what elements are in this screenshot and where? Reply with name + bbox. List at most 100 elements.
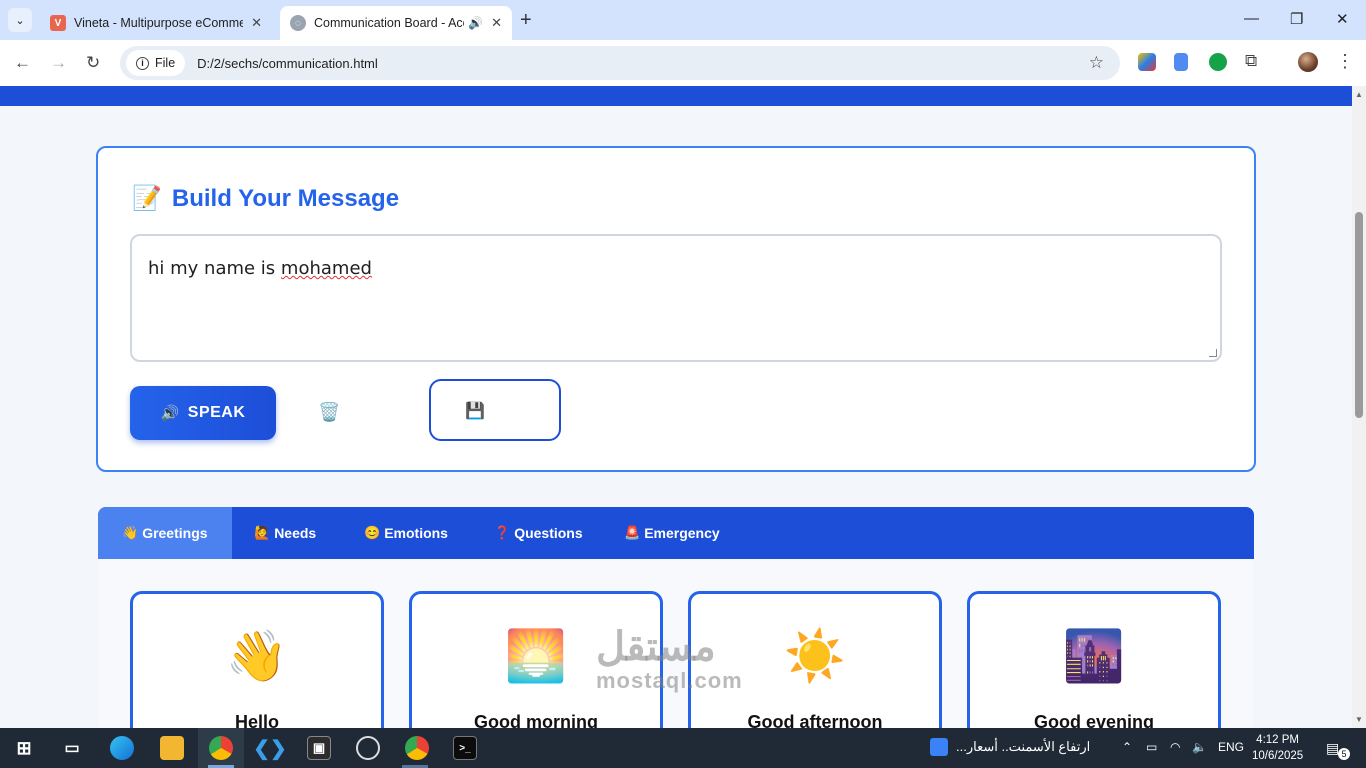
wifi-icon[interactable]: ◠	[1170, 740, 1180, 754]
obs-icon[interactable]	[356, 736, 380, 760]
builder-title: 📝 Build Your Message	[132, 184, 399, 213]
tray-overflow-icon[interactable]: ⌃	[1122, 740, 1132, 754]
speaker-icon[interactable]: 🔊	[468, 16, 483, 30]
scroll-up-icon[interactable]: ▲	[1355, 90, 1363, 99]
phrase-card-good-evening[interactable]: 🌆 Good evening	[967, 591, 1221, 728]
tab-label: Emotions	[384, 525, 448, 541]
reload-icon[interactable]: ↻	[86, 53, 100, 73]
app-box-icon[interactable]: ▣	[307, 736, 331, 760]
raising-hand-icon: 🙋	[254, 525, 271, 540]
task-view-icon[interactable]: ▭	[60, 736, 84, 760]
extensions-puzzle-icon[interactable]: ⧉	[1245, 51, 1257, 71]
menu-kebab-icon[interactable]: ⋮	[1336, 51, 1354, 72]
phrase-card-good-afternoon[interactable]: ☀️ Good afternoon	[688, 591, 942, 728]
address-bar: ← → ↻ i File D:/2/sechs/communication.ht…	[0, 40, 1366, 86]
info-icon: i	[136, 56, 149, 70]
message-text-misspelled: mohamed	[280, 258, 372, 279]
bookmark-star-icon[interactable]: ☆	[1089, 53, 1104, 73]
card-label: Hello	[234, 712, 279, 728]
resize-handle[interactable]	[1209, 349, 1217, 357]
speak-button[interactable]: 🔊 SPEAK	[130, 386, 276, 440]
grammarly-icon[interactable]	[1209, 53, 1227, 71]
tab-search-button[interactable]: ⌄	[8, 8, 32, 32]
forward-icon[interactable]: →	[50, 53, 67, 73]
watermark: مستقل mostaql.com	[596, 625, 743, 694]
restore-icon[interactable]: ❐	[1290, 10, 1303, 28]
message-text: hi my name is	[148, 258, 281, 279]
watermark-arabic: مستقل	[596, 625, 716, 669]
siren-icon: 🚨	[624, 525, 641, 540]
clear-button[interactable]: 🗑️	[318, 402, 340, 423]
trash-icon: 🗑️	[318, 402, 341, 422]
tab-greetings[interactable]: 👋 Greetings	[98, 507, 232, 559]
question-mark-icon: ❓	[494, 525, 511, 540]
browser-tab-vineta[interactable]: V Vineta - Multipurpose eComme ✕	[40, 6, 272, 40]
close-tab-icon[interactable]: ✕	[251, 15, 262, 31]
omnibox[interactable]: i File D:/2/sechs/communication.html ☆	[120, 46, 1120, 80]
language-indicator[interactable]: ENG	[1218, 740, 1244, 754]
tab-emergency[interactable]: 🚨 Emergency	[624, 507, 720, 559]
header-band	[0, 86, 1352, 106]
windows-taskbar: ⊞ ▭ ❮❯ ▣ >_ ارتفاع الأسمنت.. أسعار... ⌃ …	[0, 728, 1366, 768]
tab-label: Questions	[514, 525, 583, 541]
globe-icon: ◌	[290, 15, 306, 31]
chip-label: File	[155, 56, 176, 70]
tab-questions[interactable]: ❓ Questions	[494, 507, 583, 559]
smiley-icon: 😊	[364, 525, 381, 540]
browser-tabstrip: ⌄ V Vineta - Multipurpose eComme ✕ ◌ Com…	[0, 0, 1366, 40]
tab-title: Vineta - Multipurpose eComme	[74, 16, 244, 30]
vscode-icon[interactable]: ❮❯	[253, 736, 287, 760]
chrome-profile-icon[interactable]	[405, 736, 429, 760]
extension-doc-icon[interactable]	[1174, 53, 1188, 71]
profile-avatar[interactable]	[1298, 52, 1318, 72]
file-explorer-icon[interactable]	[160, 736, 184, 760]
save-button[interactable]: 💾	[429, 379, 561, 441]
scroll-down-icon[interactable]: ▼	[1355, 715, 1363, 724]
tab-label: Emergency	[644, 525, 720, 541]
clock[interactable]: 4:12 PM 10/6/2025	[1252, 732, 1303, 764]
floppy-disk-icon: 💾	[465, 403, 485, 420]
card-label: Good afternoon	[747, 712, 883, 728]
tab-needs[interactable]: 🙋 Needs	[254, 507, 316, 559]
terminal-icon[interactable]: >_	[453, 736, 477, 760]
battery-icon[interactable]: ▭	[1146, 740, 1157, 754]
news-widget[interactable]: ارتفاع الأسمنت.. أسعار...	[930, 738, 1090, 756]
site-info-chip[interactable]: i File	[126, 50, 186, 76]
chrome-icon[interactable]	[209, 736, 233, 760]
edge-icon[interactable]	[110, 736, 134, 760]
waving-hand-icon: 👋	[225, 628, 289, 684]
new-tab-icon[interactable]: +	[520, 10, 532, 30]
back-icon[interactable]: ←	[14, 53, 31, 73]
start-windows-icon[interactable]: ⊞	[12, 736, 36, 760]
speaker-icon: 🔊	[160, 405, 180, 422]
vineta-favicon-icon: V	[50, 15, 66, 31]
minimize-icon[interactable]: —	[1244, 10, 1259, 27]
notification-count: 5	[1338, 748, 1350, 760]
builder-title-text: Build Your Message	[171, 184, 400, 212]
clock-time: 4:12 PM	[1256, 734, 1299, 746]
window-close-icon[interactable]: ✕	[1336, 10, 1349, 28]
waving-hand-icon: 👋	[122, 525, 139, 540]
tab-label: Needs	[274, 525, 317, 541]
volume-icon[interactable]: 🔈	[1192, 740, 1207, 754]
page-scrollbar[interactable]: ▲ ▼	[1352, 86, 1366, 728]
url-text[interactable]: D:/2/sechs/communication.html	[197, 56, 378, 71]
browser-tab-communication[interactable]: ◌ Communication Board - Acc 🔊 ✕	[280, 6, 512, 40]
news-icon	[930, 738, 948, 756]
message-textarea[interactable]: hi my name is mohamed	[130, 234, 1222, 362]
tab-title: Communication Board - Acc	[314, 16, 465, 30]
phrase-card-hello[interactable]: 👋 Hello	[130, 591, 384, 728]
extension-color-icon[interactable]	[1138, 53, 1156, 71]
message-builder-panel: 📝 Build Your Message hi my name is moham…	[96, 146, 1256, 472]
close-tab-icon[interactable]: ✕	[491, 15, 502, 31]
card-label: Good evening	[1033, 712, 1154, 728]
card-label: Good morning	[474, 712, 598, 728]
category-tabs: 👋 Greetings 🙋 Needs 😊 Emotions ❓ Questio…	[98, 507, 1254, 559]
watermark-latin: mostaql.com	[596, 668, 743, 693]
clock-date: 10/6/2025	[1252, 750, 1304, 762]
memo-icon: 📝	[132, 185, 162, 212]
tab-emotions[interactable]: 😊 Emotions	[364, 507, 448, 559]
news-headline: ارتفاع الأسمنت.. أسعار...	[956, 739, 1091, 754]
scroll-thumb[interactable]	[1355, 212, 1363, 418]
speak-label: SPEAK	[187, 404, 246, 421]
